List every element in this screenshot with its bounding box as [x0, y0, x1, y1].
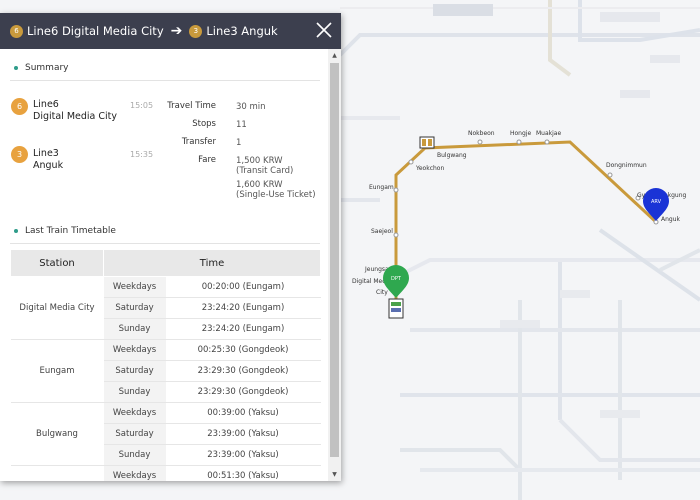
route-panel: 6 Line6 Digital Media City ➔ 3 Line3 Ang…: [0, 13, 341, 481]
time-cell: 23:29:30 (Gongdeok): [165, 381, 321, 403]
station-cell: Eungam: [10, 339, 104, 403]
travel-time-label: Travel Time: [167, 101, 216, 111]
last-train-table: Station Time Digital Media City Weekdays 0…: [10, 249, 322, 481]
fare-ticket: 1,600 KRW (Single-Use Ticket): [236, 180, 316, 200]
destination-station-title: Line3 Anguk: [206, 24, 278, 38]
stops-value: 11: [236, 120, 247, 130]
day-cell: Saturday: [103, 360, 166, 382]
day-cell: Sunday: [103, 381, 166, 403]
station-label: Hongje: [510, 130, 531, 137]
time-cell: 00:20:00 (Eungam): [165, 276, 321, 298]
line6-badge: 6: [10, 24, 23, 38]
station-label: Anguk: [661, 216, 681, 223]
dest-info: Line3 Anguk: [33, 148, 63, 172]
table-row: Bulgwang Weekdays 00:39:00 (Yaksu): [10, 402, 321, 466]
divider: [10, 243, 320, 244]
day-cell: Weekdays: [103, 465, 166, 481]
scrollbar-thumb[interactable]: [330, 63, 339, 457]
line3-badge: 3: [189, 24, 203, 38]
station-cell: Digital Media City: [10, 276, 104, 340]
origin-station-title: Line6 Digital Media City: [27, 24, 164, 38]
scroll-down-icon[interactable]: ▼: [328, 471, 341, 478]
station-label: Bulgwang: [437, 152, 467, 159]
time-cell: 23:29:30 (Gongdeok): [165, 360, 321, 382]
day-cell: Saturday: [103, 423, 166, 445]
panel-header: 6 Line6 Digital Media City ➔ 3 Line3 Ang…: [0, 13, 341, 49]
station-label: Yeokchon: [415, 165, 444, 172]
day-cell: Sunday: [103, 444, 166, 466]
dest-time: 15:35: [130, 150, 154, 159]
stops-label: Stops: [192, 119, 216, 129]
station-label: Dongnimmun: [606, 162, 647, 169]
station-label: Muakjae: [536, 130, 561, 137]
divider: [10, 80, 320, 81]
station-label: Nokbeon: [468, 130, 495, 137]
bullet-icon: [14, 66, 18, 70]
table-row: Eungam Weekdays 00:25:30 (Gongdeok): [10, 339, 321, 403]
fare-label: Fare: [198, 155, 216, 165]
time-cell: 00:39:00 (Yaksu): [165, 402, 321, 424]
time-cell: 00:25:30 (Gongdeok): [165, 339, 321, 361]
scrollbar[interactable]: ▲ ▼: [328, 49, 341, 481]
day-cell: Saturday: [103, 297, 166, 319]
station-label: Eungam: [369, 184, 394, 191]
table-row: Digital Media City Weekdays 00:20:00 (Eung…: [10, 276, 321, 340]
close-icon[interactable]: [315, 21, 333, 39]
time-cell: 23:39:00 (Yaksu): [165, 423, 321, 445]
summary-heading: Summary: [14, 63, 69, 73]
fare-ticket-type: (Single-Use Ticket): [236, 190, 316, 200]
scroll-up-icon[interactable]: ▲: [328, 52, 341, 59]
day-cell: Weekdays: [103, 402, 166, 424]
day-cell: Weekdays: [103, 276, 166, 298]
station-cell: [10, 465, 104, 481]
arrow-right-icon: ➔: [170, 23, 183, 39]
dest-station: Anguk: [33, 160, 64, 171]
transfer-value: 1: [236, 138, 242, 148]
fare-card: 1,500 KRW (Transit Card): [236, 156, 293, 176]
panel-body[interactable]: Summary 6 Line6 Digital Media City 15:05…: [0, 49, 328, 481]
column-header-station: Station: [10, 249, 104, 277]
station-label: Saejeol: [371, 228, 393, 235]
origin-info: Line6 Digital Media City: [33, 99, 117, 123]
origin-line: Line6: [33, 99, 59, 110]
time-cell: 23:39:00 (Yaksu): [165, 444, 321, 466]
background-lines: [338, 0, 700, 500]
day-cell: Sunday: [103, 318, 166, 340]
dest-line-badge: 3: [11, 146, 28, 163]
time-cell: 00:51:30 (Yaksu): [165, 465, 321, 481]
station-cell: Bulgwang: [10, 402, 104, 466]
table-row: Weekdays 00:51:30 (Yaksu): [10, 465, 321, 481]
transfer-station-bulgwang[interactable]: [419, 136, 435, 149]
station-label: City: [376, 289, 388, 296]
last-train-title: Last Train Timetable: [25, 226, 116, 236]
fare-card-amount: 1,500 KRW: [236, 156, 283, 166]
fare-card-type: (Transit Card): [236, 166, 294, 176]
arrival-marker-label: ARV: [651, 199, 662, 205]
dest-line: Line3: [33, 148, 59, 159]
transfer-station-dmc[interactable]: [388, 298, 404, 319]
time-cell: 23:24:20 (Eungam): [165, 318, 321, 340]
transfer-label: Transfer: [181, 137, 216, 147]
day-cell: Weekdays: [103, 339, 166, 361]
origin-station: Digital Media City: [33, 111, 118, 122]
origin-line-badge: 6: [11, 98, 28, 115]
summary-title: Summary: [25, 63, 69, 73]
bullet-icon: [14, 229, 18, 233]
departure-marker-label: DPT: [391, 276, 402, 282]
fare-ticket-amount: 1,600 KRW: [236, 180, 283, 190]
time-cell: 23:24:20 (Eungam): [165, 297, 321, 319]
travel-time-value: 30 min: [236, 102, 266, 112]
column-header-time: Time: [102, 249, 322, 277]
last-train-heading: Last Train Timetable: [14, 226, 116, 236]
origin-time: 15:05: [130, 101, 154, 110]
